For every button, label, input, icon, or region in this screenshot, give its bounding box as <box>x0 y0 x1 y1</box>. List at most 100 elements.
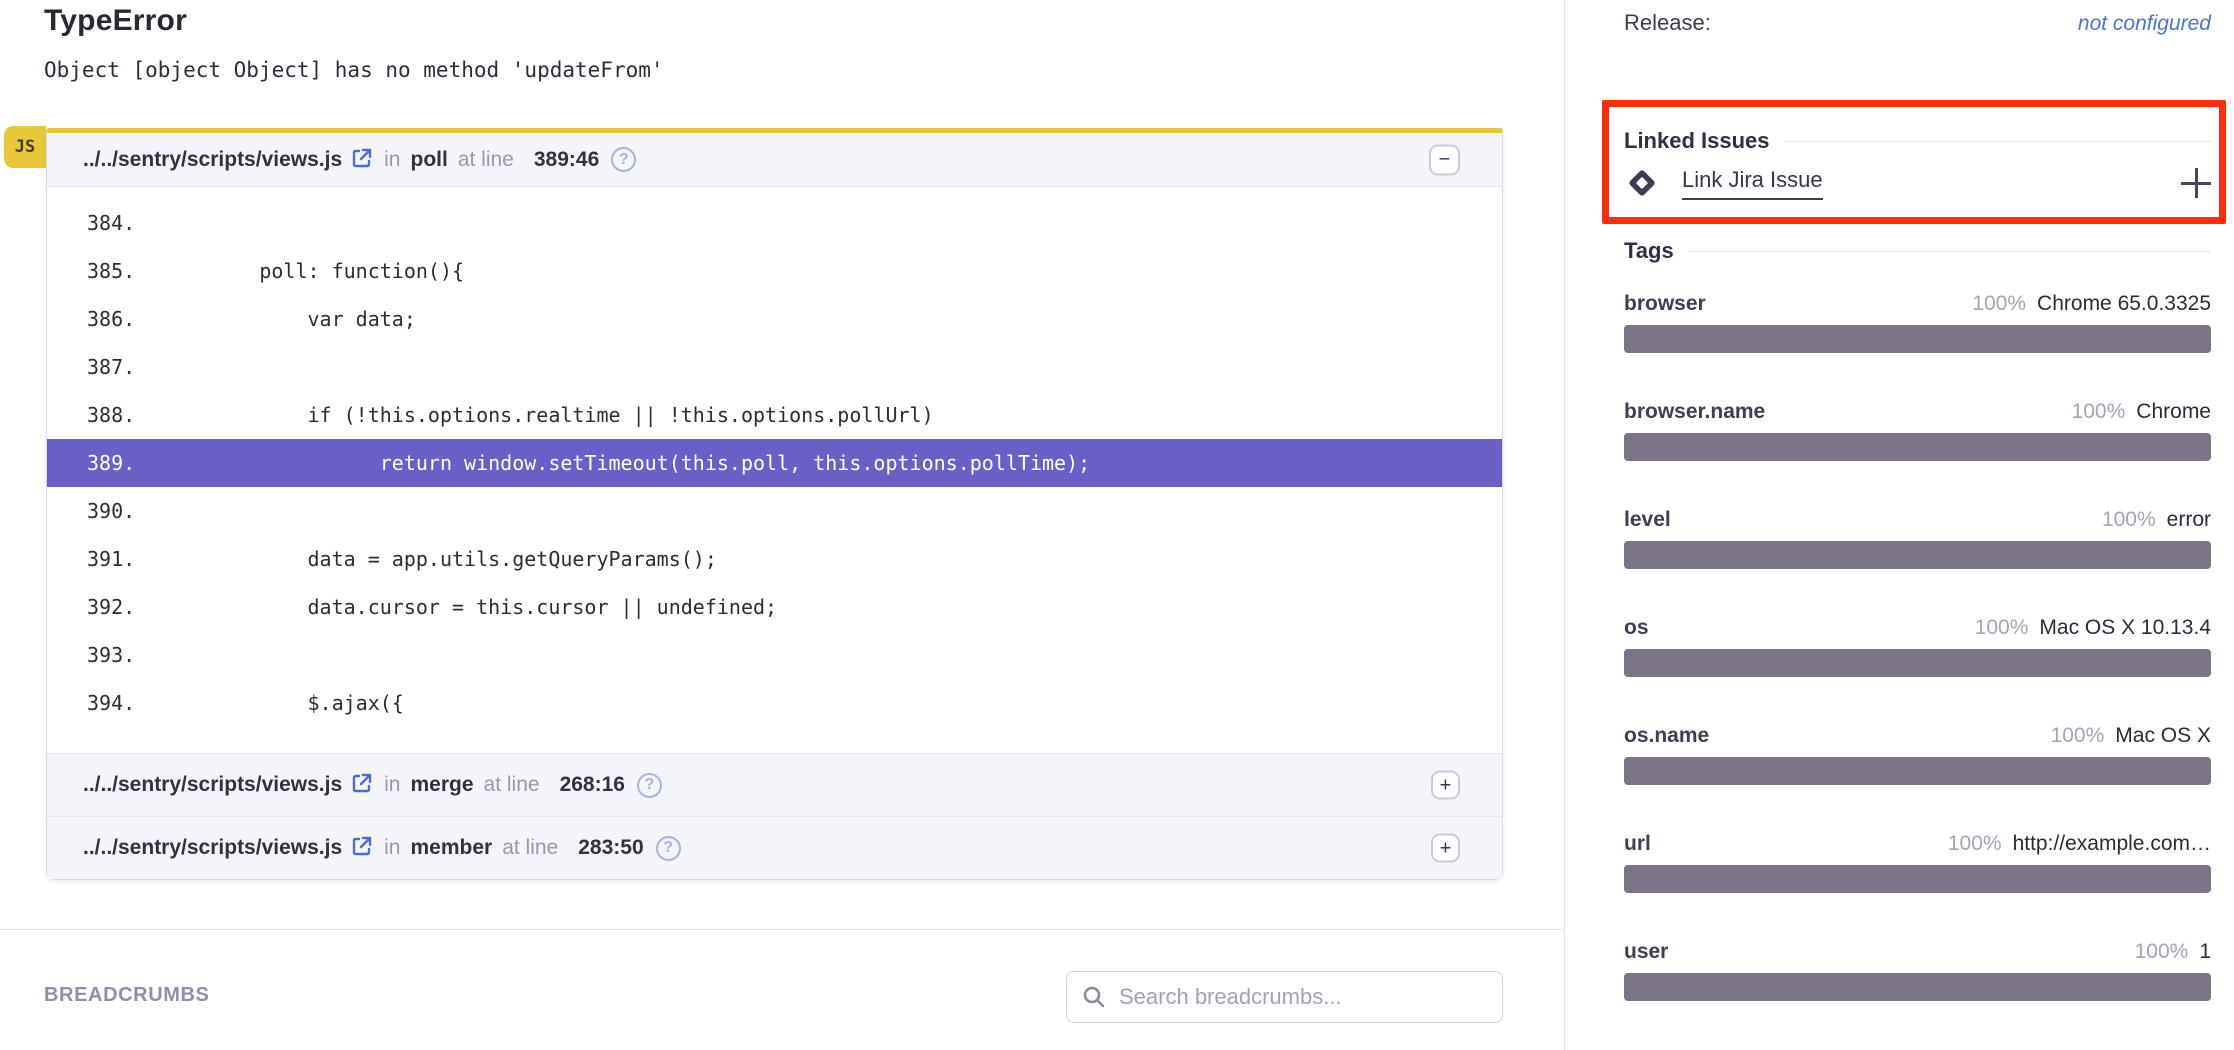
line-number: 390. <box>87 499 163 523</box>
line-number: 394. <box>87 691 163 715</box>
jira-icon <box>1624 165 1660 201</box>
breadcrumbs-section-title: BREADCRUMBS <box>44 984 210 1007</box>
tag-distribution-bar[interactable] <box>1624 865 2211 893</box>
tag-value[interactable]: error <box>2167 508 2211 532</box>
line-number: 388. <box>87 403 163 427</box>
frame-atline-label: at line <box>484 773 540 797</box>
code-line: 386. var data; <box>47 295 1502 343</box>
frame-atline-label: at line <box>502 836 558 860</box>
expand-frame-button[interactable]: + <box>1431 771 1460 800</box>
code-text: data.cursor = this.cursor || undefined; <box>163 595 777 619</box>
code-line: 393. <box>47 631 1502 679</box>
tag-percent: 100% <box>1972 292 2026 316</box>
tag-key[interactable]: url <box>1624 832 1651 856</box>
section-divider <box>0 929 1565 930</box>
tag-distribution-bar[interactable] <box>1624 433 2211 461</box>
frame-function: member <box>411 836 493 860</box>
link-jira-issue-row: Link Jira Issue <box>1624 162 2211 204</box>
line-number: 386. <box>87 307 163 331</box>
frame-in-label: in <box>384 148 400 172</box>
release-row: Release: not configured <box>1624 10 2211 36</box>
tag-distribution-bar[interactable] <box>1624 541 2211 569</box>
code-line: 392. data.cursor = this.cursor || undefi… <box>47 583 1502 631</box>
tag-value[interactable]: 1 <box>2199 940 2211 964</box>
breadcrumbs-search[interactable] <box>1066 971 1503 1023</box>
tag-percent: 100% <box>2072 400 2126 424</box>
tag-key[interactable]: user <box>1624 940 1668 964</box>
tag-value[interactable]: Chrome <box>2136 400 2211 424</box>
line-number: 389. <box>87 451 163 475</box>
stack-frame-row-merge: ../../sentry/scripts/views.js in merge a… <box>47 753 1502 816</box>
release-label: Release: <box>1624 10 1711 36</box>
main-column: TypeError Object [object Object] has no … <box>0 0 1565 1050</box>
tag-percent: 100% <box>1948 832 2002 856</box>
add-linked-issue-button[interactable] <box>2181 168 2211 198</box>
frame-file-link[interactable]: ../../sentry/scripts/views.js <box>83 773 342 797</box>
tag-key[interactable]: browser <box>1624 292 1706 316</box>
tag-item-browser: browser 100% Chrome 65.0.3325 <box>1624 292 2211 353</box>
tag-value[interactable]: Mac OS X 10.13.4 <box>2039 616 2211 640</box>
tag-item-browser.name: browser.name 100% Chrome <box>1624 400 2211 461</box>
release-not-configured-link[interactable]: not configured <box>2078 12 2211 36</box>
tag-item-user: user 100% 1 <box>1624 940 2211 1001</box>
tag-distribution-bar[interactable] <box>1624 325 2211 353</box>
code-line: 388. if (!this.options.realtime || !this… <box>47 391 1502 439</box>
frame-location: 389:46 <box>534 148 599 172</box>
error-type-title: TypeError <box>44 4 187 38</box>
tags-title: Tags <box>1624 238 1674 264</box>
code-text: data = app.utils.getQueryParams(); <box>163 547 717 571</box>
open-in-new-icon[interactable] <box>350 146 374 176</box>
frame-function: merge <box>411 773 474 797</box>
tag-distribution-bar[interactable] <box>1624 757 2211 785</box>
platform-js-badge: JS <box>4 126 46 168</box>
open-in-new-icon[interactable] <box>350 771 374 801</box>
frame-location: 283:50 <box>578 836 643 860</box>
link-jira-issue-link[interactable]: Link Jira Issue <box>1682 167 1823 200</box>
tag-item-level: level 100% error <box>1624 508 2211 569</box>
help-icon[interactable]: ? <box>656 836 681 861</box>
tag-distribution-bar[interactable] <box>1624 649 2211 677</box>
line-number: 384. <box>87 211 163 235</box>
tag-distribution-bar[interactable] <box>1624 973 2211 1001</box>
help-icon[interactable]: ? <box>611 147 636 172</box>
open-in-new-icon[interactable] <box>350 834 374 864</box>
source-code-block: 384.385. poll: function(){386. var data;… <box>47 187 1502 753</box>
tag-percent: 100% <box>1975 616 2029 640</box>
tag-percent: 100% <box>2102 508 2156 532</box>
tag-value[interactable]: Chrome 65.0.3325 <box>2037 292 2211 316</box>
title-rule <box>1688 251 2211 252</box>
tag-key[interactable]: browser.name <box>1624 400 1765 424</box>
title-rule <box>1784 141 2211 142</box>
tag-item-os: os 100% Mac OS X 10.13.4 <box>1624 616 2211 677</box>
tag-value[interactable]: http://example.com… <box>2013 832 2211 856</box>
frame-in-label: in <box>384 836 400 860</box>
search-icon <box>1081 984 1107 1010</box>
help-icon[interactable]: ? <box>637 773 662 798</box>
tag-item-url: url 100% http://example.com… <box>1624 832 2211 893</box>
sidebar: Release: not configured Linked Issues Li… <box>1566 0 2234 1050</box>
tag-key[interactable]: os <box>1624 616 1649 640</box>
frame-file-link[interactable]: ../../sentry/scripts/views.js <box>83 148 342 172</box>
line-number: 385. <box>87 259 163 283</box>
frame-in-label: in <box>384 773 400 797</box>
code-text: var data; <box>163 307 416 331</box>
tag-value[interactable]: Mac OS X <box>2115 724 2211 748</box>
tag-key[interactable]: level <box>1624 508 1671 532</box>
frame-location: 268:16 <box>560 773 625 797</box>
frame-file-link[interactable]: ../../sentry/scripts/views.js <box>83 836 342 860</box>
code-line: 391. data = app.utils.getQueryParams(); <box>47 535 1502 583</box>
tag-item-os.name: os.name100%Mac OS X <box>1624 724 2211 785</box>
search-input[interactable] <box>1119 984 1488 1010</box>
collapse-frame-button[interactable]: − <box>1429 144 1460 175</box>
stack-frame-row-member: ../../sentry/scripts/views.js in member … <box>47 816 1502 879</box>
line-number: 392. <box>87 595 163 619</box>
code-line-highlighted: 389. return window.setTimeout(this.poll,… <box>47 439 1502 487</box>
code-line: 385. poll: function(){ <box>47 247 1502 295</box>
expand-frame-button[interactable]: + <box>1431 834 1460 863</box>
frame-atline-label: at line <box>458 148 514 172</box>
tag-percent: 100% <box>2135 940 2189 964</box>
code-line: 387. <box>47 343 1502 391</box>
code-text: $.ajax({ <box>163 691 404 715</box>
tag-key[interactable]: os.name <box>1624 724 1709 748</box>
code-line: 390. <box>47 487 1502 535</box>
